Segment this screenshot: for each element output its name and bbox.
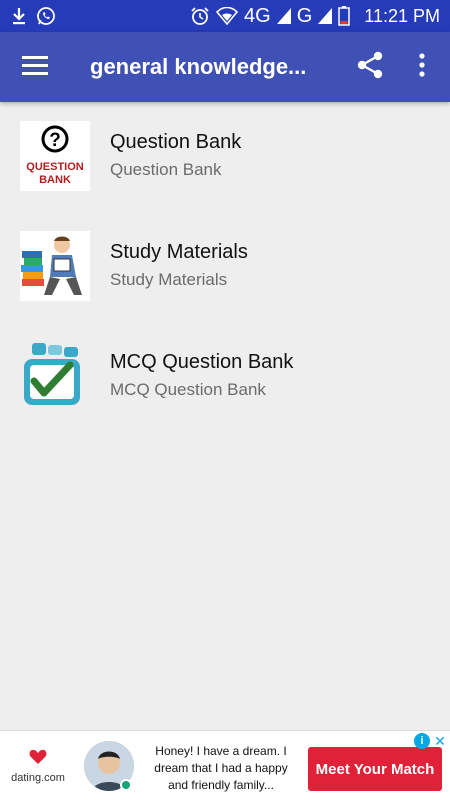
list-item-subtitle: MCQ Question Bank [110,380,266,399]
signal-icon [276,8,291,24]
ad-cta-button[interactable]: Meet Your Match [308,747,442,791]
status-bar: 4G G 11:21 PM [0,0,450,32]
ad-close-icon[interactable]: ✕ [432,733,448,749]
study-materials-thumbnail [20,231,90,301]
app-toolbar: general knowledge... [0,32,450,102]
list-item-title: Study Materials [110,241,248,263]
question-bank-thumbnail: ? QUESTION BANK [20,121,90,191]
list-item-mcq-question-bank[interactable]: MCQ Question Bank MCQ Question Bank [0,322,450,432]
heart-icon [29,749,47,769]
app-title: general knowledge... [90,54,307,79]
list-item-subtitle: Question Bank [110,160,222,179]
network-type-label-2: G [296,4,313,27]
list-item-study-materials[interactable]: Study Materials Study Materials [0,212,450,322]
question-bank-thumb-caption-2: BANK [39,174,71,186]
network-type-label: 4G [244,4,271,27]
ad-brand-name: dating.com [11,772,65,784]
ad-brand-logo: dating.com [8,749,68,789]
ad-info-icon[interactable]: i [414,733,430,749]
list-item-subtitle: Study Materials [110,270,228,289]
list-item-title: MCQ Question Bank [110,351,294,373]
signal-icon-2 [318,8,333,24]
list-item-title: Question Bank [110,131,242,153]
mcq-thumbnail [20,341,90,411]
battery-icon [338,6,351,26]
list-item-question-bank[interactable]: ? QUESTION BANK Question Bank Question B… [0,102,450,212]
ad-message: Honey! I have a dream. I dream that I ha… [154,744,288,792]
more-vert-icon [419,52,425,82]
ad-banner[interactable]: dating.com Honey! I have a dream. I drea… [0,730,450,800]
status-time: 11:21 PM [364,5,440,26]
download-icon [12,7,26,25]
share-button[interactable] [348,45,392,89]
question-mark-glyph: ? [49,130,61,151]
wifi-icon [216,7,239,25]
menu-button[interactable] [0,32,70,102]
menu-icon [22,55,48,80]
share-icon [357,51,383,84]
whatsapp-icon [36,6,56,26]
question-bank-thumb-caption-1: QUESTION [26,161,84,173]
more-options-button[interactable] [404,45,440,89]
category-list: ? QUESTION BANK Question Bank Question B… [0,102,450,432]
alarm-icon [190,6,210,26]
online-status-dot [120,779,132,791]
